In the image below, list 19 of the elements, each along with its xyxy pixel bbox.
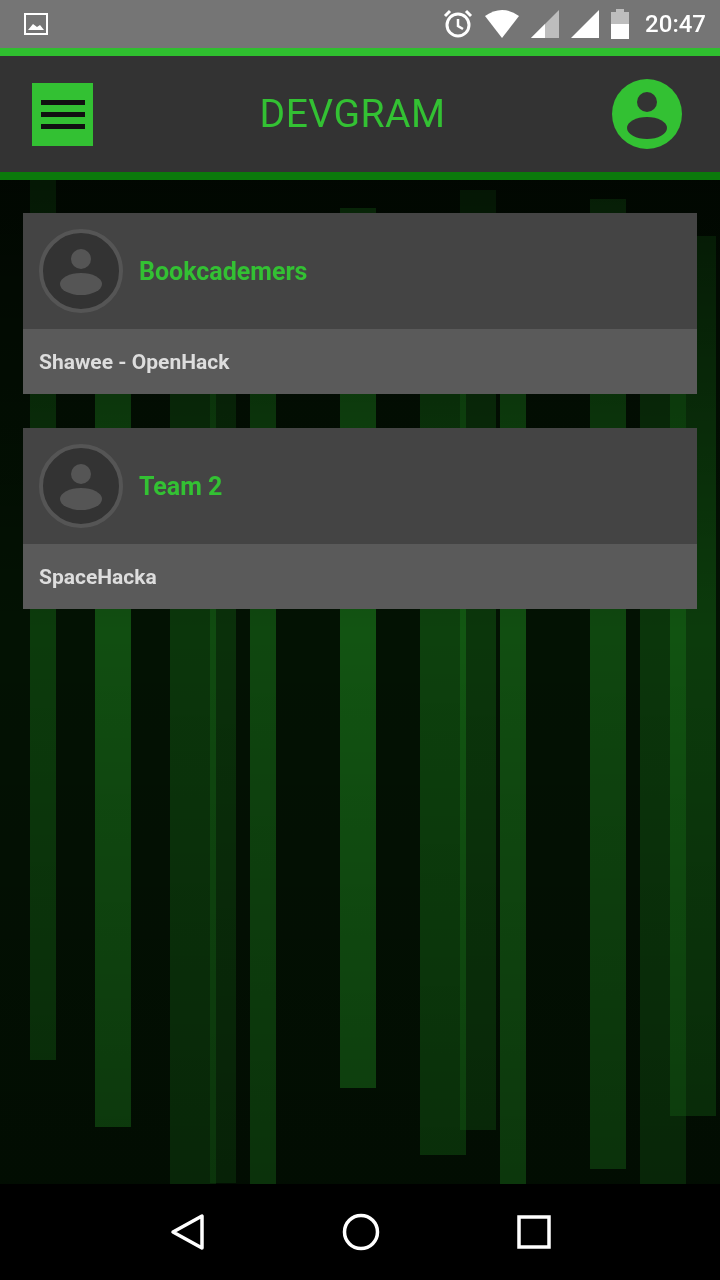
avatar-icon: [39, 444, 123, 528]
back-icon[interactable]: [168, 1213, 205, 1251]
status-time: 20:47: [645, 10, 706, 38]
avatar-icon: [39, 229, 123, 313]
home-icon[interactable]: [342, 1213, 380, 1251]
project-name: SpaceHacka: [39, 564, 157, 589]
signal-icon: [571, 10, 600, 38]
battery-icon: [611, 9, 630, 39]
profile-icon[interactable]: [612, 79, 682, 149]
alarm-icon: [443, 9, 474, 39]
menu-button[interactable]: [32, 82, 93, 146]
app-title: DEVGRAM: [259, 91, 446, 137]
wifi-icon: [485, 10, 520, 38]
recents-icon[interactable]: [517, 1215, 552, 1249]
team-name: Team 2: [139, 471, 223, 501]
team-name: Bookcademers: [139, 256, 308, 286]
project-name: Shawee - OpenHack: [39, 349, 230, 374]
signal-icon: [531, 10, 560, 38]
image-icon: [24, 13, 48, 35]
